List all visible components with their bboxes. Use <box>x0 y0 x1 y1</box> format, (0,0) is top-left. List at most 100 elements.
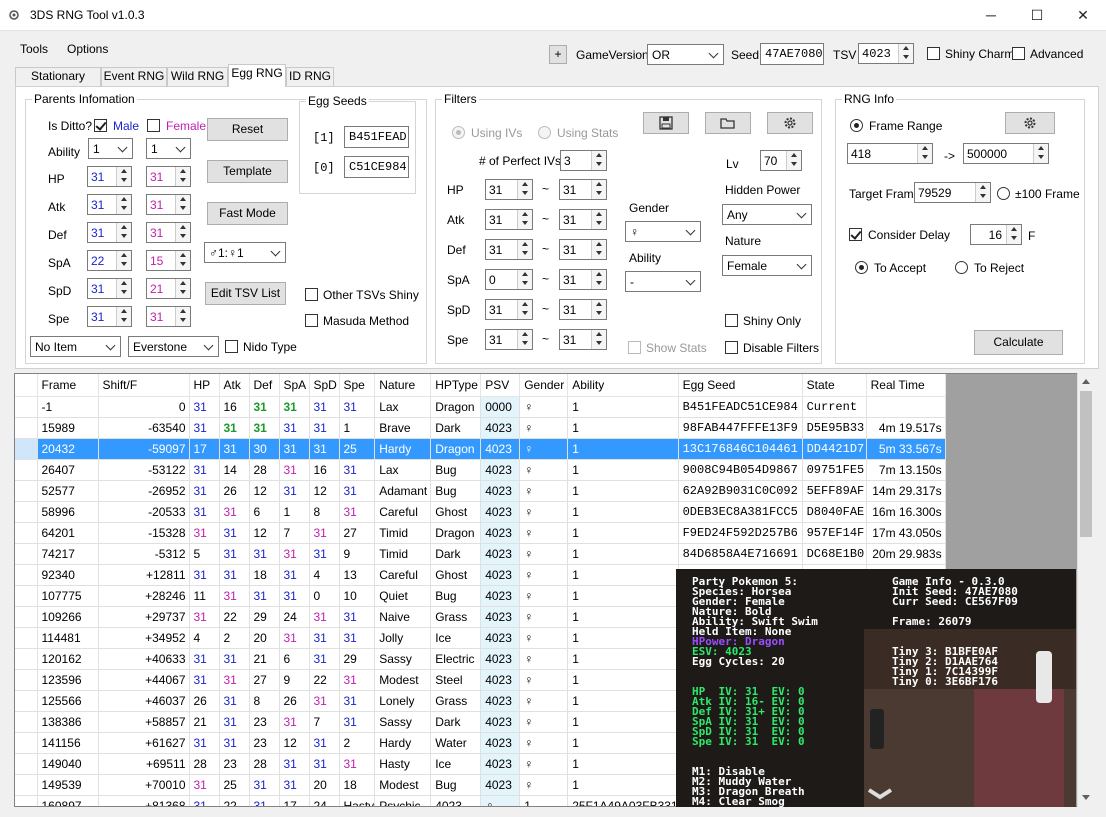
spinner-icon[interactable] <box>517 180 532 199</box>
spinner-icon[interactable] <box>116 279 131 298</box>
delay-input[interactable]: 16 <box>970 224 1022 245</box>
menu-tools[interactable]: Tools <box>20 42 48 56</box>
fast-mode-button[interactable]: Fast Mode <box>207 202 288 225</box>
plus-minus-100-frame-radio[interactable] <box>997 187 1010 200</box>
to-accept-radio[interactable] <box>855 261 868 274</box>
tab-event-rng[interactable]: Event RNG <box>101 67 167 86</box>
row-header[interactable] <box>15 606 38 628</box>
spinner-icon[interactable] <box>116 307 131 326</box>
female-iv-input[interactable]: 21 <box>146 278 191 299</box>
female-ability-select[interactable]: 1 <box>146 138 191 159</box>
row-header[interactable] <box>15 732 38 754</box>
tab-id-rng[interactable]: ID RNG <box>286 67 334 86</box>
row-header[interactable] <box>15 438 38 460</box>
hidden-power-select[interactable]: Any <box>722 204 812 225</box>
tab-wild-rng[interactable]: Wild RNG <box>167 67 228 86</box>
tsv-input[interactable]: 4023 <box>858 43 914 64</box>
column-header[interactable]: SpA <box>279 374 310 397</box>
spinner-icon[interactable] <box>517 270 532 289</box>
row-header[interactable] <box>15 480 38 502</box>
to-reject-radio[interactable] <box>955 261 968 274</box>
female-iv-input[interactable]: 31 <box>146 306 191 327</box>
frame-to-input[interactable]: 500000 <box>963 143 1049 164</box>
spinner-icon[interactable] <box>917 144 932 163</box>
masuda-method-checkbox[interactable] <box>305 314 318 327</box>
column-header[interactable]: Def <box>249 374 280 397</box>
spinner-icon[interactable] <box>517 300 532 319</box>
calculate-button[interactable]: Calculate <box>974 330 1063 355</box>
table-row[interactable]: 58996 -20533 31 31 6 1 8 31 Careful Ghost 4023 ♀ 1 0D… <box>15 501 946 523</box>
iv-min-input[interactable]: 31 <box>485 209 533 230</box>
male-iv-input[interactable]: 31 <box>87 222 132 243</box>
using-ivs-radio[interactable] <box>452 126 465 139</box>
tab-egg-rng[interactable]: Egg RNG <box>228 64 286 87</box>
nature-select[interactable]: Female <box>722 255 812 276</box>
column-header[interactable]: Atk <box>219 374 250 397</box>
row-header[interactable] <box>15 564 38 586</box>
row-header[interactable] <box>15 669 38 691</box>
row-header[interactable] <box>15 417 38 439</box>
column-header[interactable]: Shift/F <box>98 374 190 397</box>
iv-min-input[interactable]: 0 <box>485 269 533 290</box>
seed-input[interactable]: 47AE7080 <box>760 43 824 65</box>
spinner-icon[interactable] <box>175 251 190 270</box>
row-header[interactable] <box>15 690 38 712</box>
iv-min-input[interactable]: 31 <box>485 179 533 200</box>
iv-max-input[interactable]: 31 <box>559 329 607 350</box>
iv-max-input[interactable]: 31 <box>559 179 607 200</box>
gender-filter-select[interactable]: ♀ <box>625 221 701 242</box>
shiny-only-checkbox[interactable] <box>725 314 738 327</box>
target-frame-input[interactable]: 79529 <box>914 182 991 203</box>
female-iv-input[interactable]: 31 <box>146 166 191 187</box>
egg-seed-0-input[interactable]: C51CE984 <box>344 156 409 178</box>
column-header[interactable]: PSV <box>480 374 521 397</box>
spinner-icon[interactable] <box>591 330 606 349</box>
nido-type-checkbox[interactable] <box>225 340 238 353</box>
spinner-icon[interactable] <box>175 223 190 242</box>
column-header[interactable]: HP <box>189 374 220 397</box>
shiny-charm-checkbox[interactable] <box>927 47 940 60</box>
row-header[interactable] <box>15 543 38 565</box>
scroll-thumb[interactable] <box>1080 391 1092 537</box>
open-button[interactable] <box>705 112 751 134</box>
using-stats-radio[interactable] <box>538 126 551 139</box>
spinner-icon[interactable] <box>517 210 532 229</box>
spinner-icon[interactable] <box>786 151 801 170</box>
row-header[interactable] <box>15 753 38 775</box>
show-stats-checkbox[interactable] <box>628 341 641 354</box>
row-header[interactable] <box>15 501 38 523</box>
iv-max-input[interactable]: 31 <box>559 299 607 320</box>
column-header[interactable]: Frame <box>37 374 99 397</box>
column-header[interactable]: Ability <box>567 374 679 397</box>
row-header[interactable] <box>15 774 38 796</box>
iv-min-input[interactable]: 31 <box>485 329 533 350</box>
iv-max-input[interactable]: 31 <box>559 269 607 290</box>
table-row[interactable]: 20432 -59097 17 31 30 31 31 25 Hardy Dragon 4023 ♀ 1… <box>15 438 946 460</box>
reset-button[interactable]: Reset <box>207 118 288 141</box>
iv-max-input[interactable]: 31 <box>559 209 607 230</box>
column-header[interactable]: State <box>802 374 867 397</box>
spinner-icon[interactable] <box>1006 225 1021 244</box>
row-header[interactable] <box>15 627 38 649</box>
male-iv-input[interactable]: 31 <box>87 166 132 187</box>
column-header[interactable]: Nature <box>374 374 432 397</box>
gender-ratio-select[interactable]: ♂1:♀1 <box>204 242 286 263</box>
spinner-icon[interactable] <box>591 270 606 289</box>
template-button[interactable]: Template <box>207 160 288 183</box>
table-row[interactable]: 74217 -5312 5 31 31 31 31 9 Timid Dark 4023 ♀ 1 84D68… <box>15 543 946 565</box>
other-tsvs-shiny-checkbox[interactable] <box>305 288 318 301</box>
scroll-up-icon[interactable] <box>1082 379 1090 384</box>
table-row[interactable]: 52577 -26952 31 26 12 31 12 31 Adamant Bug 4023 ♀ 1 6… <box>15 480 946 502</box>
menu-options[interactable]: Options <box>67 42 108 56</box>
results-vertical-scrollbar[interactable] <box>1077 373 1094 807</box>
column-header[interactable]: Spe <box>339 374 376 397</box>
row-header[interactable] <box>15 585 38 607</box>
male-iv-input[interactable]: 31 <box>87 278 132 299</box>
rng-settings-button[interactable] <box>1005 112 1055 134</box>
female-iv-input[interactable]: 31 <box>146 194 191 215</box>
spinner-icon[interactable] <box>517 330 532 349</box>
male-iv-input[interactable]: 31 <box>87 306 132 327</box>
row-header[interactable] <box>15 459 38 481</box>
column-header[interactable]: Egg Seed <box>678 374 803 397</box>
level-input[interactable]: 70 <box>760 150 802 171</box>
